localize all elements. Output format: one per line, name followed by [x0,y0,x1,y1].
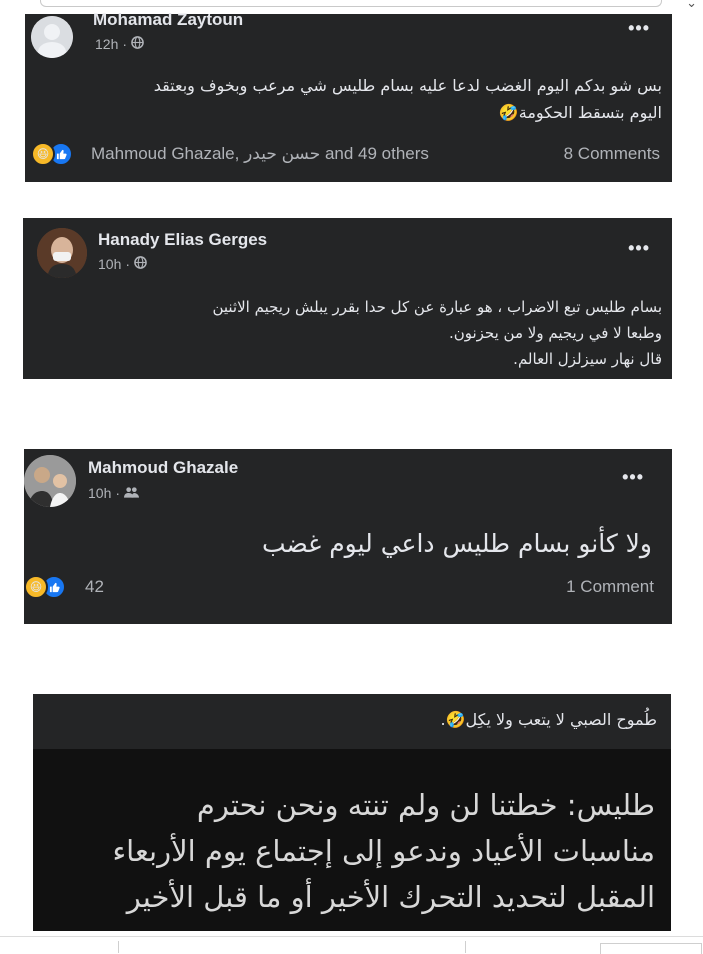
reactions[interactable]: 😆 [31,142,73,166]
reactions[interactable]: 😆 [24,575,66,599]
globe-icon [131,36,144,52]
shared-post-header: طُموح الصبي لا يتعب ولا يكِل🤣. [33,694,671,749]
reactions-summary[interactable]: Mahmoud Ghazale, حسن حيدر and 49 others [91,144,429,164]
search-bar-edge [40,0,662,7]
image-text-line: مناسبات الأعياد وندعو إلى إجتماع يوم الأ… [112,834,655,868]
post-meta: 10h · [88,485,140,501]
post-time[interactable]: 12h [95,36,118,52]
shared-image-text[interactable]: طليس: خطتنا لن ولم تنته ونحن نحترم مناسب… [45,782,655,920]
chevron-down-icon[interactable]: ⌄ [686,0,697,11]
comments-count[interactable]: 1 Comment [566,577,654,597]
post-text-line: بس شو بدكم اليوم الغضب لدعا عليه بسام طل… [153,76,662,95]
post-card: Hanady Elias Gerges 10h · ••• بسام طليس … [23,218,672,379]
friends-icon [124,485,140,501]
shared-caption: طُموح الصبي لا يتعب ولا يكِل🤣. [440,710,657,729]
author-name[interactable]: Mohamad Zaytoun [93,10,243,30]
divider [118,941,119,953]
globe-icon [134,256,147,272]
image-text-line: المقبل لتحديد التحرك الأخير أو ما قبل ال… [126,880,655,914]
post-body: بس شو بدكم اليوم الغضب لدعا عليه بسام طل… [32,72,662,126]
avatar[interactable] [24,455,76,507]
haha-reaction-icon: 😆 [31,142,55,166]
post-card: Mahmoud Ghazale 10h · ••• ولا كأنو بسام … [24,449,672,624]
post-card: Mohamad Zaytoun 12h · ••• بس شو بدكم الي… [25,10,672,182]
shared-post: طُموح الصبي لا يتعب ولا يكِل🤣. طليس: خطت… [33,694,671,931]
post-text-line: قال نهار سيزلزل العالم. [513,350,662,368]
avatar[interactable] [31,16,73,58]
author-name[interactable]: Hanady Elias Gerges [98,230,267,250]
post-text-line: وطبعا لا في ريجيم ولا من يحزنون. [448,324,662,342]
post-meta: 10h · [98,256,147,272]
author-name[interactable]: Mahmoud Ghazale [88,458,238,478]
post-text-line: بسام طليس تبع الاضراب ، هو عبارة عن كل ح… [212,298,662,316]
post-text-line: ولا كأنو بسام طليس داعي ليوم غضب [261,529,652,558]
post-body: ولا كأنو بسام طليس داعي ليوم غضب [32,527,652,561]
post-body: بسام طليس تبع الاضراب ، هو عبارة عن كل ح… [32,294,662,372]
more-options-button[interactable]: ••• [628,18,650,39]
post-meta: 12h · [95,36,144,52]
browser-bottom-strip [0,936,703,954]
more-options-button[interactable]: ••• [622,467,644,488]
divider [465,941,466,953]
more-options-button[interactable]: ••• [628,238,650,259]
image-text-line: طليس: خطتنا لن ولم تنته ونحن نحترم [196,788,655,822]
avatar[interactable] [37,228,87,278]
window-edge [600,943,702,954]
post-time[interactable]: 10h [88,485,111,501]
post-text-line: اليوم بتسقط الحكومة🤣 [498,103,662,122]
post-time[interactable]: 10h [98,256,121,272]
comments-count[interactable]: 8 Comments [564,144,660,164]
haha-reaction-icon: 😆 [24,575,48,599]
reactions-count[interactable]: 42 [85,577,104,597]
